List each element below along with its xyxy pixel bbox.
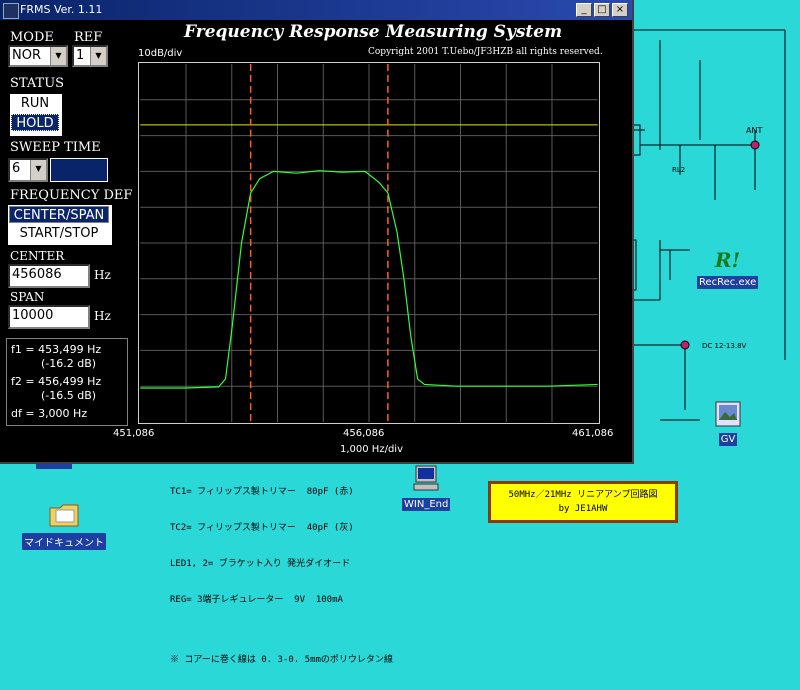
rl2-label: RL2	[672, 166, 685, 174]
span-input[interactable]: 10000	[8, 305, 90, 329]
frms-window: FRMS Ver. 1.11 _ □ × Frequency Response …	[0, 0, 634, 464]
span-label: SPAN	[10, 290, 45, 304]
close-button[interactable]: ×	[612, 3, 628, 17]
winend-label: WIN_End	[402, 498, 451, 511]
note-line: TC2= フィリップス製トリマー 40pF (灰)	[170, 523, 354, 533]
df-readout: df = 3,000 Hz	[11, 407, 88, 420]
copyright-text: Copyright 2001 T.Uebo/JF3HZB all rights …	[368, 47, 603, 57]
y-scale-label: 10dB/div	[138, 48, 183, 59]
recrec-label: RecRec.exe	[697, 276, 759, 289]
frequency-def-label: FREQUENCY DEF	[10, 188, 133, 203]
x-axis-label: 1,000 Hz/div	[340, 444, 403, 455]
app-heading: Frequency Response Measuring System	[184, 22, 563, 42]
folder-icon	[49, 504, 79, 527]
app-icon	[3, 3, 19, 19]
mode-select[interactable]: NOR ▼	[8, 45, 68, 67]
f1-db-readout: (-16.2 dB)	[41, 357, 97, 370]
image-viewer-icon	[715, 401, 741, 427]
notes-text: TC1= フィリップス製トリマー 80pF (赤) TC2= フィリップス製トリ…	[170, 462, 393, 690]
ref-label: REF	[74, 30, 103, 45]
f1-readout: f1 = 453,499 Hz	[11, 343, 102, 356]
center-frequency-input[interactable]: 456086	[8, 264, 90, 288]
sweep-time-select[interactable]: 6 ▼	[8, 158, 48, 182]
center-unit: Hz	[94, 268, 111, 282]
x-tick-label: 456,086	[343, 428, 385, 439]
ref-select[interactable]: 1 ▼	[72, 45, 108, 67]
window-title: FRMS Ver. 1.11	[20, 3, 103, 16]
gv-desktop-icon[interactable]: GV	[712, 400, 744, 446]
sweep-time-label: SWEEP TIME	[10, 140, 101, 155]
circuit-title-box: 50MHz／21MHz リニアアンプ回路図 by JE1AHW	[488, 481, 678, 523]
chevron-down-icon[interactable]: ▼	[50, 47, 66, 65]
minimize-button[interactable]: _	[576, 3, 592, 17]
x-tick-label: 451,086	[113, 428, 155, 439]
circuit-author: by JE1AHW	[558, 504, 608, 514]
chevron-down-icon[interactable]: ▼	[90, 47, 106, 65]
recrec-icon: R!	[714, 248, 741, 272]
gv-label: GV	[718, 433, 738, 446]
center-span-option[interactable]: CENTER/SPAN	[9, 206, 109, 223]
chevron-down-icon[interactable]: ▼	[30, 160, 46, 180]
mydocuments-label: マイドキュメント	[22, 533, 106, 550]
computer-icon	[413, 465, 439, 491]
circuit-title: 50MHz／21MHz リニアアンプ回路図	[508, 490, 658, 500]
sweep-progress-indicator	[50, 158, 108, 182]
frequency-response-plot[interactable]	[138, 62, 600, 424]
dc-label: DC 12-13.8V	[702, 342, 747, 350]
winend-desktop-icon[interactable]: WIN_End	[402, 463, 451, 511]
frequency-def-list: CENTER/SPAN START/STOP	[8, 205, 112, 245]
x-tick-label: 461,086	[572, 428, 614, 439]
recrec-desktop-icon[interactable]: R! RecRec.exe	[697, 248, 759, 289]
ref-value: 1	[76, 48, 85, 63]
status-hold-option[interactable]: HOLD	[11, 114, 59, 131]
mode-value: NOR	[12, 48, 41, 63]
marker-info-panel: f1 = 453,499 Hz (-16.2 dB) f2 = 456,499 …	[6, 338, 128, 426]
f2-readout: f2 = 456,499 Hz	[11, 375, 102, 388]
note-line: REG= 3端子レギュレーター 9V 100mA	[170, 595, 343, 605]
title-bar[interactable]: FRMS Ver. 1.11 _ □ ×	[0, 0, 632, 20]
note-line: ※ コアーに巻く線は 0. 3-0. 5mmのポリウレタン線	[170, 655, 393, 665]
start-stop-option[interactable]: START/STOP	[9, 225, 109, 242]
status-list: RUN HOLD	[10, 94, 62, 136]
mydocuments-desktop-icon[interactable]: マイドキュメント	[22, 498, 106, 550]
status-label: STATUS	[10, 76, 65, 91]
note-line: TC1= フィリップス製トリマー 80pF (赤)	[170, 487, 354, 497]
f2-db-readout: (-16.5 dB)	[41, 389, 97, 402]
maximize-button[interactable]: □	[594, 3, 610, 17]
status-run-option[interactable]: RUN	[11, 95, 59, 112]
ant-label: ANT	[746, 126, 762, 135]
mode-label: MODE	[10, 30, 54, 45]
note-line: LED1, 2= ブラケット入り 発光ダイオード	[170, 559, 351, 569]
span-unit: Hz	[94, 309, 111, 323]
center-label: CENTER	[10, 249, 65, 263]
sweep-time-value: 6	[12, 161, 21, 176]
